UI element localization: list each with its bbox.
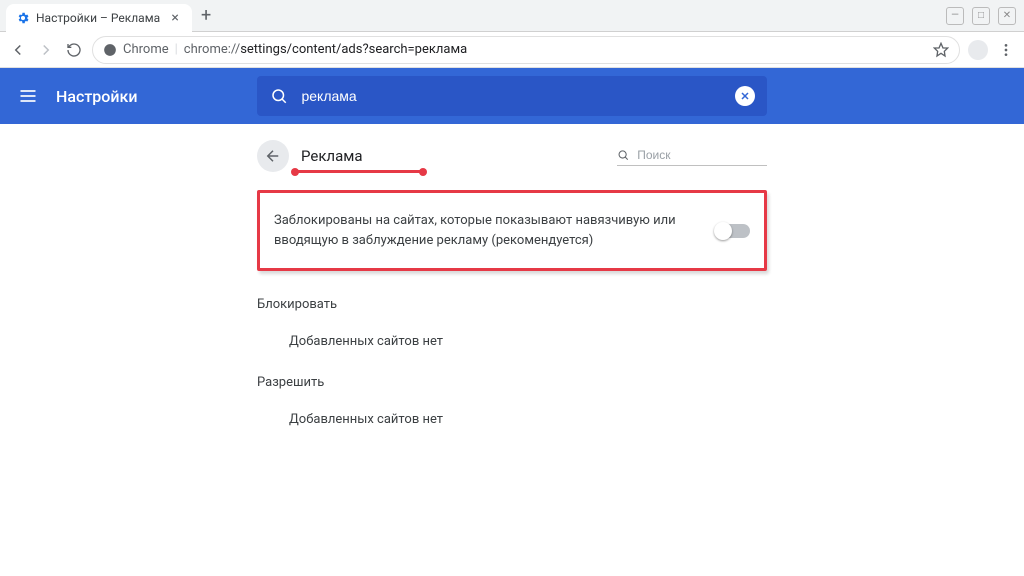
- settings-search-input[interactable]: [299, 87, 735, 105]
- window-controls: — □ ✕: [946, 0, 1024, 31]
- back-button[interactable]: [8, 40, 28, 60]
- page-title: Реклама: [301, 147, 363, 165]
- reload-button[interactable]: [64, 40, 84, 60]
- url-path: settings/content/ads?search=реклама: [240, 42, 467, 57]
- profile-avatar[interactable]: [968, 40, 988, 60]
- browser-tab[interactable]: Настройки – Реклама ×: [6, 4, 192, 32]
- tab-close-icon[interactable]: ×: [168, 11, 182, 25]
- settings-card: Реклама Заблокированы на сайтах, которые…: [257, 132, 767, 427]
- page-title-text: Реклама: [301, 147, 363, 165]
- hamburger-menu-icon[interactable]: [0, 86, 56, 106]
- maximize-button[interactable]: □: [972, 7, 990, 25]
- toggle-knob: [714, 222, 732, 240]
- ads-blocked-label: Заблокированы на сайтах, которые показыв…: [274, 211, 700, 250]
- page-header: Реклама: [257, 132, 767, 176]
- block-section-title: Блокировать: [257, 297, 767, 312]
- gear-icon: [16, 11, 30, 25]
- url-prefix: Chrome: [123, 42, 169, 57]
- settings-title: Настройки: [56, 87, 137, 106]
- forward-button[interactable]: [36, 40, 56, 60]
- content-area: Реклама Заблокированы на сайтах, которые…: [0, 124, 1024, 427]
- allow-section-title: Разрешить: [257, 375, 767, 390]
- allow-section-empty: Добавленных сайтов нет: [289, 412, 767, 427]
- search-icon: [617, 148, 629, 162]
- window-titlebar: Настройки – Реклама × + — □ ✕: [0, 0, 1024, 32]
- bookmark-star-icon[interactable]: [933, 42, 949, 58]
- settings-header: Настройки: [0, 68, 1024, 124]
- close-window-button[interactable]: ✕: [998, 7, 1016, 25]
- back-button-circle[interactable]: [257, 140, 289, 172]
- annotation-underline: [295, 170, 423, 173]
- chrome-icon: [103, 43, 117, 57]
- settings-search[interactable]: [257, 76, 767, 116]
- url-origin: chrome://: [184, 42, 240, 57]
- new-tab-button[interactable]: +: [192, 0, 220, 31]
- inpage-search-input[interactable]: [635, 147, 767, 163]
- search-icon: [269, 86, 289, 106]
- block-section-empty: Добавленных сайтов нет: [289, 334, 767, 349]
- clear-search-icon[interactable]: [735, 86, 755, 106]
- ads-blocked-toggle[interactable]: [716, 224, 750, 238]
- overflow-menu-icon[interactable]: [996, 40, 1016, 60]
- toolbar: Chrome | chrome://settings/content/ads?s…: [0, 32, 1024, 68]
- minimize-button[interactable]: —: [946, 7, 964, 25]
- address-bar[interactable]: Chrome | chrome://settings/content/ads?s…: [92, 36, 960, 64]
- inpage-search[interactable]: [617, 147, 767, 166]
- tab-title: Настройки – Реклама: [36, 11, 160, 25]
- ads-blocked-setting: Заблокированы на сайтах, которые показыв…: [257, 190, 767, 271]
- arrow-left-icon: [264, 147, 282, 165]
